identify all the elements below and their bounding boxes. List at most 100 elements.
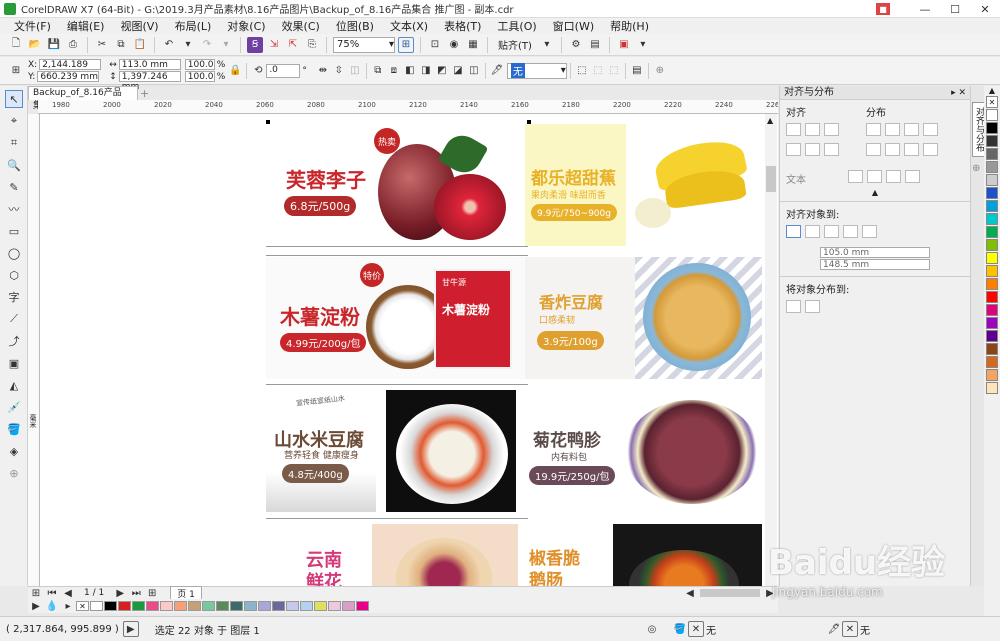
lock-ratio-icon[interactable]: 🔒 [227, 63, 243, 79]
product-card-tapioca[interactable]: 木薯淀粉 4.99元/200g/包 特价 甘牛源 木薯淀粉 [266, 257, 528, 379]
user-icon[interactable]: ■ [876, 3, 890, 15]
group-icon[interactable]: ⬚ [606, 63, 622, 79]
document-tab[interactable]: Backup_of_8.16产品集... [28, 86, 138, 111]
color-swatch[interactable] [244, 601, 257, 611]
drawing-canvas[interactable]: 芙蓉李子 6.8元/500g 热卖 都乐超甜蕉 果肉柔滑 味甜而香 9.9元/7… [40, 114, 778, 586]
color-swatch[interactable] [216, 601, 229, 611]
more-icon[interactable]: ▸ [60, 598, 76, 614]
color-swatch[interactable] [986, 174, 998, 186]
color-swatch[interactable] [328, 601, 341, 611]
zoom-tool-icon[interactable]: 🔍 [5, 156, 23, 174]
color-swatch[interactable] [986, 252, 998, 264]
vertical-ruler[interactable]: 毫米 [28, 114, 40, 586]
color-swatch[interactable] [146, 601, 159, 611]
text-baseline-first-icon[interactable] [848, 169, 863, 183]
zoom-fit-icon[interactable]: ⊞ [398, 36, 414, 53]
product-card-banana[interactable]: 都乐超甜蕉 果肉柔滑 味甜而香 9.9元/750~900g [525, 124, 762, 246]
eyedropper-icon[interactable]: 💧 [44, 598, 60, 614]
mirror-vertical-icon[interactable]: ⇳ [331, 63, 347, 79]
distribute-spacing-h-icon[interactable] [904, 123, 919, 136]
drop-shadow-icon[interactable]: ▣ [5, 354, 23, 372]
scroll-thumb[interactable] [766, 166, 776, 192]
color-swatch[interactable] [160, 601, 173, 611]
paste-icon[interactable]: 📋 [132, 37, 148, 53]
eyedropper-tool-icon[interactable]: 💉 [5, 398, 23, 416]
menu-edit[interactable]: 编辑(E) [59, 18, 113, 34]
color-swatch[interactable] [986, 239, 998, 251]
redo-icon[interactable]: ↷ [199, 37, 215, 53]
rotation-field[interactable]: .0 [266, 63, 301, 78]
connector-tool-icon[interactable]: ⤴ [5, 332, 23, 350]
vertical-scrollbar[interactable]: ▲ [765, 114, 777, 586]
align-to-active-icon[interactable] [786, 225, 801, 238]
combine-icon[interactable]: ⧉ [370, 63, 386, 79]
color-swatch[interactable] [986, 291, 998, 303]
pick-tool-icon[interactable]: ↖ [5, 90, 23, 108]
palette-arrow-icon[interactable]: ▶ [28, 598, 44, 614]
options-icon[interactable]: ⚙ [568, 37, 584, 53]
distribute-bottom-icon[interactable] [923, 143, 938, 156]
show-rulers-icon[interactable]: ◉ [446, 37, 462, 53]
undo-dropdown-icon[interactable]: ▾ [180, 37, 196, 53]
convert-to-curves-icon[interactable]: ⬚ [590, 63, 606, 79]
color-swatch[interactable] [986, 109, 998, 121]
align-to-grid-icon[interactable] [843, 225, 858, 238]
menu-bitmaps[interactable]: 位图(B) [328, 18, 382, 34]
open-icon[interactable]: 📂 [27, 37, 43, 53]
align-x-field[interactable]: 105.0 mm [820, 247, 930, 258]
redo-dropdown-icon[interactable]: ▾ [218, 37, 234, 53]
product-card-flower-cake[interactable]: 云南鲜花饼 [266, 524, 528, 586]
ellipse-tool-icon[interactable]: ◯ [5, 244, 23, 262]
outline-icon[interactable]: 🖋 [826, 621, 842, 637]
color-swatch[interactable] [986, 148, 998, 160]
distribute-to-page-icon[interactable] [805, 300, 820, 313]
color-swatch[interactable] [986, 122, 998, 134]
color-swatch[interactable] [118, 601, 131, 611]
quick-customize-icon[interactable]: ◫ [347, 63, 363, 79]
color-swatch[interactable] [188, 601, 201, 611]
color-proof-icon[interactable]: ◎ [644, 621, 660, 637]
new-document-icon[interactable]: 🗋 [8, 37, 24, 53]
text-bbox-icon[interactable] [886, 169, 901, 183]
text-tool-icon[interactable]: 字 [5, 288, 23, 306]
color-swatch[interactable] [356, 601, 369, 611]
align-panel-icon[interactable]: ▤ [629, 63, 645, 79]
menu-layout[interactable]: 布局(L) [167, 18, 220, 34]
front-minus-back-icon[interactable]: ◪ [450, 63, 466, 79]
color-swatch[interactable] [174, 601, 187, 611]
scale-x-field[interactable]: 100.0 [184, 59, 215, 70]
no-color-swatch[interactable]: ✕ [986, 96, 998, 108]
add-docker-icon[interactable]: ⊕ [972, 163, 983, 174]
menu-table[interactable]: 表格(T) [436, 18, 489, 34]
product-card-duck-gizzard[interactable]: 菊花鸭胗 内有料包 19.9元/250g/包 [525, 390, 762, 512]
x-position-field[interactable]: 2,144.189 mm [39, 59, 102, 80]
snap-dropdown-icon[interactable]: ▾ [539, 37, 555, 53]
distribute-left-icon[interactable] [866, 123, 881, 136]
add-icon[interactable]: ⊕ [652, 63, 668, 79]
add-tool-icon[interactable]: ⊕ [5, 464, 23, 482]
color-swatch[interactable] [986, 317, 998, 329]
weld-icon[interactable]: ⧈ [386, 63, 402, 79]
width-field[interactable]: 113.0 mm [118, 59, 181, 70]
color-swatch[interactable] [986, 304, 998, 316]
align-top-icon[interactable] [786, 143, 801, 156]
align-y-field[interactable]: 148.5 mm [820, 259, 930, 270]
menu-object[interactable]: 对象(C) [219, 18, 273, 34]
rectangle-tool-icon[interactable]: ▭ [5, 222, 23, 240]
color-swatch[interactable] [986, 161, 998, 173]
transparency-tool-icon[interactable]: ◭ [5, 376, 23, 394]
artistic-media-icon[interactable]: 〰 [5, 200, 23, 218]
color-swatch[interactable] [230, 601, 243, 611]
color-swatch[interactable] [286, 601, 299, 611]
align-to-point-icon[interactable] [862, 225, 877, 238]
undo-icon[interactable]: ↶ [161, 37, 177, 53]
color-swatch[interactable] [986, 278, 998, 290]
color-swatch[interactable] [90, 601, 103, 611]
docker-collapse-icon[interactable]: ▸ ✕ [951, 86, 966, 100]
collapse-arrow-icon[interactable]: ▲ [780, 188, 970, 197]
launcher-dropdown-icon[interactable]: ▾ [635, 37, 651, 53]
back-minus-front-icon[interactable]: ◫ [466, 63, 482, 79]
print-icon[interactable]: ⎙ [65, 37, 81, 53]
color-swatch[interactable] [272, 601, 285, 611]
horizontal-ruler[interactable]: 1980 2000 2020 2040 2060 2080 2100 2120 2140 2160… [38, 100, 778, 114]
